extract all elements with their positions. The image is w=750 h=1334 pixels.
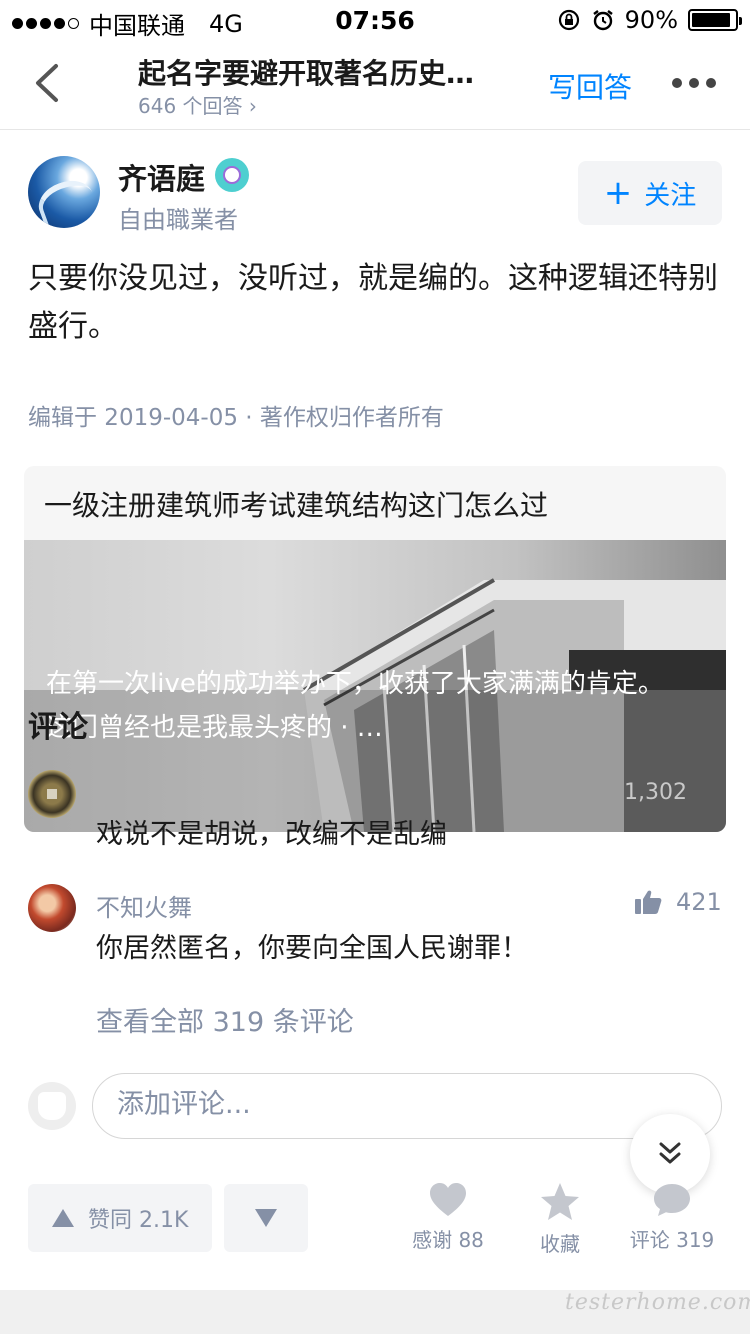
collect-label: 收藏 bbox=[540, 1232, 580, 1256]
comment-like-count: 421 bbox=[676, 888, 722, 916]
downvote-button[interactable] bbox=[224, 1184, 308, 1252]
upvote-button[interactable]: 赞同 2.1K bbox=[28, 1184, 212, 1252]
nav-bar: 起名字要避开取著名历史… 646 个回答 › 写回答 bbox=[0, 40, 750, 130]
double-chevron-down-icon bbox=[659, 1142, 681, 1164]
battery-percent: 90% bbox=[624, 6, 678, 34]
heart-icon bbox=[430, 1183, 466, 1216]
star-icon bbox=[541, 1183, 579, 1220]
battery-fill bbox=[692, 13, 730, 27]
battery-icon bbox=[688, 9, 742, 31]
comment-count-label: 评论 319 bbox=[629, 1228, 715, 1252]
comment-input[interactable]: 添加评论... bbox=[92, 1073, 722, 1139]
more-dot-icon bbox=[672, 78, 682, 88]
rotation-lock-icon bbox=[558, 9, 579, 31]
question-title[interactable]: 起名字要避开取著名历史… bbox=[138, 52, 518, 92]
commenter-avatar[interactable] bbox=[28, 884, 76, 932]
back-arrow-icon bbox=[36, 64, 58, 102]
watermark: testerhome.com bbox=[565, 1290, 750, 1315]
thumbs-up-icon bbox=[635, 890, 662, 914]
live-card-title: 一级注册建筑师考试建筑结构这门怎么过 bbox=[44, 489, 549, 522]
verified-badge-icon bbox=[215, 158, 249, 192]
comment-button[interactable]: 评论 319 bbox=[612, 1182, 732, 1253]
triangle-down-icon bbox=[255, 1209, 277, 1227]
live-card-description: 在第一次live的成功举办下，收获了大家满满的肯定。这门曾经也是我最头疼的 · … bbox=[46, 669, 664, 743]
commenter-name[interactable]: 不知火舞 bbox=[96, 888, 192, 923]
comment-text: 戏说不是胡说，改编不是乱编 bbox=[96, 819, 447, 850]
comments-heading: 评论 bbox=[28, 710, 88, 745]
thanks-label: 感谢 88 bbox=[412, 1228, 484, 1252]
author-name[interactable]: 齐语庭 bbox=[118, 156, 205, 198]
upvote-label: 赞同 2.1K bbox=[88, 1208, 189, 1233]
author-bio: 自由職業者 bbox=[118, 206, 238, 234]
more-button[interactable] bbox=[672, 68, 722, 98]
collect-button[interactable]: 收藏 bbox=[500, 1182, 620, 1257]
follow-label: 关注 bbox=[644, 180, 697, 211]
view-all-comments-link[interactable]: 查看全部 319 条评论 bbox=[96, 1000, 354, 1039]
alarm-icon bbox=[592, 10, 613, 31]
author-avatar[interactable] bbox=[28, 156, 100, 228]
comment-like-button[interactable]: 421 bbox=[634, 888, 722, 916]
status-right: 90% bbox=[557, 6, 742, 34]
comment-bubble-icon bbox=[654, 1184, 690, 1216]
status-bar: 中国联通 4G 07:56 90% bbox=[0, 0, 750, 40]
answer-meta: 编辑于 2019-04-05 · 著作权归作者所有 bbox=[28, 405, 444, 431]
triangle-up-icon bbox=[52, 1209, 74, 1227]
comment-like-count: 1,302 bbox=[624, 780, 687, 805]
answer-body: 只要你没见过，没听过，就是编的。这种逻辑还特别盛行。 bbox=[28, 261, 718, 344]
more-dot-icon bbox=[706, 78, 716, 88]
plus-icon: + bbox=[603, 173, 633, 213]
comment-text: 你居然匿名，你要向全国人民谢罪！ bbox=[96, 933, 528, 964]
live-card[interactable]: 一级注册建筑师考试建筑结构这门怎么过 在第一次live的成功举办下，收获了大家满… bbox=[24, 466, 726, 832]
answer-count-link[interactable]: 646 个回答 › bbox=[138, 90, 257, 119]
follow-button[interactable]: + 关注 bbox=[578, 161, 722, 225]
my-avatar bbox=[28, 1082, 76, 1130]
write-answer-button[interactable]: 写回答 bbox=[548, 66, 632, 106]
back-button[interactable] bbox=[24, 58, 74, 108]
commenter-avatar[interactable] bbox=[28, 770, 76, 818]
thanks-button[interactable]: 感谢 88 bbox=[388, 1182, 508, 1253]
more-dot-icon bbox=[689, 78, 699, 88]
